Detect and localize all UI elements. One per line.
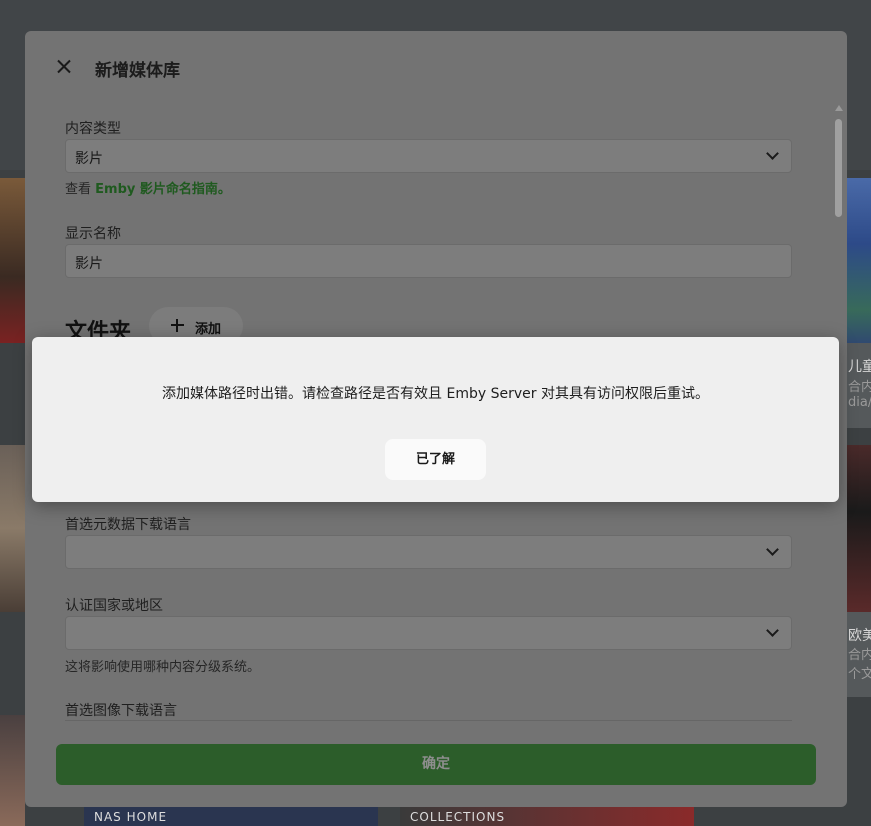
scrollbar-thumb[interactable] <box>835 119 842 217</box>
content-type-label: 内容类型 <box>65 121 121 137</box>
chevron-down-icon <box>766 543 779 556</box>
background-card-extra: dia/ <box>848 395 871 410</box>
background-thumb-nas-home: NAS HOME <box>84 806 378 826</box>
metadata-language-select[interactable] <box>65 535 792 569</box>
naming-guide-prefix: 查看 <box>65 182 96 197</box>
certification-helper: 这将影响使用哪种内容分级系统。 <box>65 660 261 675</box>
background-card-subtitle: 合内 <box>848 648 871 663</box>
background-thumb-collections: COLLECTIONS <box>400 806 694 826</box>
content-type-value: 影片 <box>75 151 103 167</box>
naming-guide-link[interactable]: Emby 影片命名指南。 <box>95 182 231 197</box>
background-card-extra: 个文 <box>848 667 871 682</box>
confirm-button[interactable]: 确定 <box>56 744 816 785</box>
background-poster-right-1 <box>847 178 871 343</box>
alert-message: 添加媒体路径时出错。请检查路径是否有效且 Emby Server 对其具有访问权… <box>162 386 709 402</box>
certification-country-label: 认证国家或地区 <box>65 598 163 614</box>
acknowledge-button[interactable]: 已了解 <box>385 439 486 480</box>
chevron-down-icon <box>766 147 779 160</box>
background-poster-right-2 <box>847 445 871 612</box>
dialog-title: 新增媒体库 <box>95 61 180 81</box>
content-type-select[interactable]: 影片 <box>65 139 792 173</box>
error-alert-dialog: 添加媒体路径时出错。请检查路径是否有效且 Emby Server 对其具有访问权… <box>32 337 839 502</box>
background-card-subtitle: 合内 <box>848 380 871 395</box>
chevron-down-icon <box>766 624 779 637</box>
certification-country-select[interactable] <box>65 616 792 650</box>
background-card-title: 儿童 <box>848 359 871 375</box>
close-icon[interactable] <box>51 55 77 81</box>
scroll-up-arrow-icon[interactable] <box>835 105 843 111</box>
image-language-label: 首选图像下载语言 <box>65 703 177 719</box>
naming-guide-text: 查看 Emby 影片命名指南。 <box>65 178 231 197</box>
background-poster-left-1 <box>0 178 25 343</box>
image-language-select-edge <box>65 720 792 721</box>
background-poster-left-2 <box>0 445 25 612</box>
background-poster-left-3 <box>0 715 25 826</box>
add-folder-label: 添加 <box>195 322 222 337</box>
display-name-input[interactable]: 影片 <box>65 244 792 278</box>
display-name-label: 显示名称 <box>65 226 121 242</box>
display-name-value: 影片 <box>75 256 103 272</box>
dialog-header: 新增媒体库 <box>25 31 847 101</box>
metadata-language-label: 首选元数据下载语言 <box>65 517 191 533</box>
plus-icon <box>171 319 184 332</box>
background-card-title: 欧美 <box>848 628 871 644</box>
